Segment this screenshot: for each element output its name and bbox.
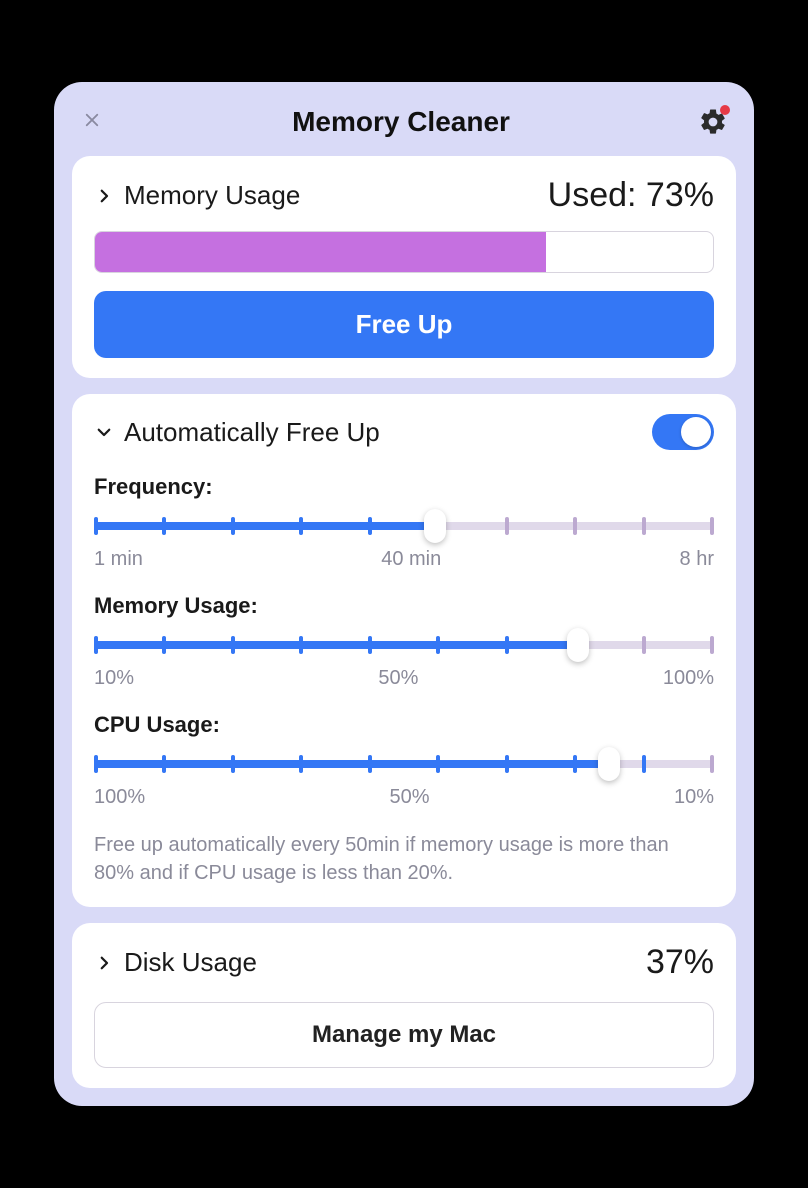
memory-usage-header[interactable]: Memory Usage (94, 180, 300, 211)
chevron-right-icon (94, 186, 114, 206)
frequency-label: Frequency: (94, 474, 714, 500)
auto-free-up-card: Automatically Free Up Frequency: 1 min 4… (72, 394, 736, 907)
memory-progress-bar (94, 231, 714, 273)
chevron-down-icon (94, 422, 114, 442)
frequency-mid-label: 40 min (381, 548, 441, 571)
disk-usage-value: 37% (646, 943, 714, 982)
memory-usage-card: Memory Usage Used: 73% Free Up (72, 156, 736, 378)
app-window: Memory Cleaner Memory Usage Used: 73% Fr… (54, 82, 754, 1106)
cpu-usage-slider-group: CPU Usage: 100% 50% 10% (94, 712, 714, 809)
disk-usage-card: Disk Usage 37% Manage my Mac (72, 923, 736, 1088)
manage-mac-button[interactable]: Manage my Mac (94, 1002, 714, 1068)
cpu-usage-max-label: 10% (674, 786, 714, 809)
memory-usage-title: Memory Usage (124, 180, 300, 211)
slider-thumb[interactable] (567, 628, 589, 662)
window-title: Memory Cleaner (292, 106, 510, 138)
auto-free-up-header[interactable]: Automatically Free Up (94, 417, 380, 448)
cpu-usage-slider-label: CPU Usage: (94, 712, 714, 738)
disk-usage-header[interactable]: Disk Usage (94, 947, 257, 978)
slider-thumb[interactable] (598, 747, 620, 781)
memory-usage-max-label: 100% (663, 667, 714, 690)
memory-usage-slider[interactable] (94, 631, 714, 659)
auto-free-up-title: Automatically Free Up (124, 417, 380, 448)
frequency-min-label: 1 min (94, 548, 143, 571)
frequency-max-label: 8 hr (680, 548, 714, 571)
settings-button[interactable] (698, 107, 728, 137)
memory-usage-slider-label: Memory Usage: (94, 593, 714, 619)
toggle-knob (681, 417, 711, 447)
cpu-usage-min-label: 100% (94, 786, 145, 809)
close-button[interactable] (80, 109, 104, 135)
cpu-usage-mid-label: 50% (390, 786, 430, 809)
slider-thumb[interactable] (424, 509, 446, 543)
free-up-button[interactable]: Free Up (94, 291, 714, 358)
auto-summary-text: Free up automatically every 50min if mem… (94, 831, 714, 887)
frequency-slider-group: Frequency: 1 min 40 min 8 hr (94, 474, 714, 571)
memory-usage-mid-label: 50% (378, 667, 418, 690)
auto-free-up-toggle[interactable] (652, 414, 714, 450)
chevron-right-icon (94, 953, 114, 973)
memory-usage-slider-group: Memory Usage: 10% 50% 100% (94, 593, 714, 690)
frequency-slider[interactable] (94, 512, 714, 540)
titlebar: Memory Cleaner (72, 100, 736, 156)
memory-progress-fill (95, 232, 546, 272)
disk-usage-title: Disk Usage (124, 947, 257, 978)
notification-dot-icon (720, 105, 730, 115)
cpu-usage-slider[interactable] (94, 750, 714, 778)
memory-usage-min-label: 10% (94, 667, 134, 690)
memory-used-value: Used: 73% (548, 176, 714, 215)
close-icon (83, 111, 101, 129)
